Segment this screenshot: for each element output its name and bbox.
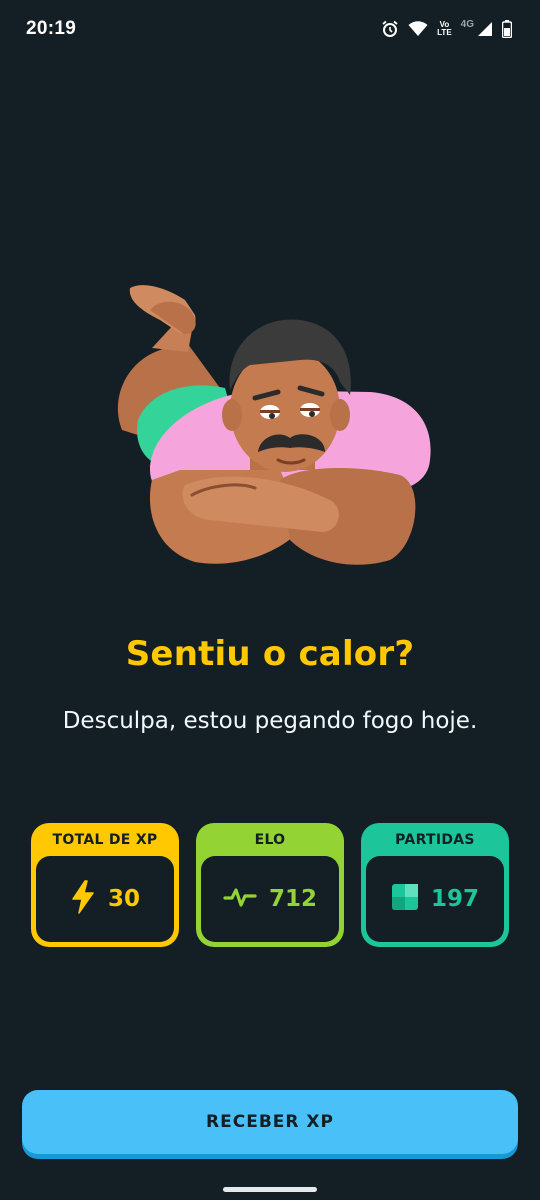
stat-title: PARTIDAS (395, 832, 475, 848)
stat-card-elo: ELO 712 (196, 823, 344, 947)
stat-value: 712 (268, 886, 317, 912)
status-time: 20:19 (26, 18, 77, 39)
network-type: 4G (460, 18, 474, 30)
status-bar: 20:19 Vo LTE 4G (0, 0, 540, 58)
character-lying-illustration (100, 270, 440, 580)
stat-body: 30 (36, 856, 174, 942)
stat-title: ELO (254, 832, 286, 848)
pulse-icon (223, 886, 257, 912)
signal-icon (477, 21, 493, 37)
stat-value: 197 (430, 886, 479, 912)
alarm-icon (381, 20, 399, 38)
matches-square-icon (391, 883, 419, 915)
stat-title: TOTAL DE XP (52, 832, 158, 848)
home-indicator[interactable] (223, 1187, 317, 1192)
lightning-icon (70, 880, 96, 918)
wifi-icon (408, 21, 428, 37)
receive-xp-label: RECEBER XP (206, 1112, 334, 1132)
status-icons: Vo LTE 4G (381, 18, 512, 38)
volte-icon: Vo LTE (437, 21, 452, 37)
receive-xp-button[interactable]: RECEBER XP (22, 1090, 518, 1154)
volte-bottom: LTE (437, 28, 452, 37)
stats-row: TOTAL DE XP 30 ELO 712 PARTIDAS 197 (31, 823, 509, 947)
subtitle: Desculpa, estou pegando fogo hoje. (62, 708, 478, 734)
stat-card-total-xp: TOTAL DE XP 30 (31, 823, 179, 947)
headline: Sentiu o calor? (125, 634, 415, 674)
stat-body: 197 (366, 856, 504, 942)
stat-card-matches: PARTIDAS 197 (361, 823, 509, 947)
screen: 20:19 Vo LTE 4G Sentiu o calor? Desculpa… (0, 0, 540, 1200)
stat-value: 30 (107, 886, 140, 912)
battery-icon (502, 20, 512, 38)
stat-body: 712 (201, 856, 339, 942)
